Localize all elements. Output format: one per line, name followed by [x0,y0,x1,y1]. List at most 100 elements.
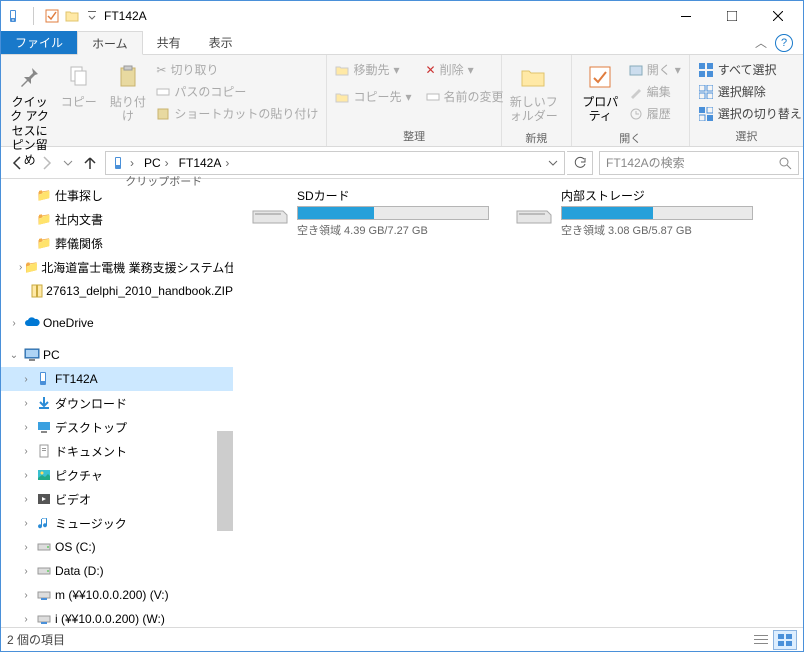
recent-dropdown[interactable] [61,150,75,176]
copy-to-button[interactable]: コピー先 ▾ [331,86,415,107]
ribbon: クイック アクセスにピン留め コピー 貼り付け ✂切り取り パスのコピー ショー… [1,55,803,147]
tree-netdrive-w[interactable]: ›i (¥¥10.0.0.200) (W:) [1,607,233,627]
edit-icon [629,85,643,99]
qat-divider [33,7,34,25]
group-new: 新規 [506,128,567,148]
video-icon [35,490,53,508]
music-icon [35,514,53,532]
open-button[interactable]: 開く ▾ [625,59,685,80]
content-area: 📁仕事探し 📁社内文書 📁葬儀関係 ›📁北海道富士電機 業務支援システム仕 27… [1,179,803,627]
storage-tile-sd[interactable]: SDカード 空き領域 4.39 GB/7.27 GB [249,187,489,238]
cut-button[interactable]: ✂切り取り [152,59,322,80]
history-icon [629,107,643,121]
qat-dropdown-icon[interactable] [84,8,100,24]
tree-desktop[interactable]: ›デスクトップ [1,415,233,439]
crumb-current[interactable]: FT142A› [175,156,236,170]
tile-name: 内部ストレージ [561,187,753,206]
zip-icon [30,282,44,300]
forward-button[interactable] [33,150,59,176]
refresh-button[interactable] [567,151,593,175]
tab-share[interactable]: 共有 [143,31,195,54]
tab-file[interactable]: ファイル [1,31,77,54]
tree-scrollbar-thumb[interactable] [217,431,233,531]
storage-tile-internal[interactable]: 内部ストレージ 空き領域 3.08 GB/5.87 GB [513,187,753,238]
folder-icon: 📁 [35,234,53,252]
delete-icon: ✕ [426,63,436,77]
rename-button[interactable]: 名前の変更 [422,86,508,107]
internal-drive-icon [513,197,553,227]
tree-netdrive-v[interactable]: ›m (¥¥10.0.0.200) (V:) [1,583,233,607]
netdrive-icon [35,586,53,604]
address-dropdown[interactable] [544,158,562,168]
tree-quick-item[interactable]: ›📁北海道富士電機 業務支援システム仕 [1,255,233,279]
drive-icon [35,562,53,580]
maximize-button[interactable] [709,1,755,31]
crumb-device-icon[interactable]: › [108,156,140,170]
pictures-icon [35,466,53,484]
paste-button[interactable]: 貼り付け [103,57,152,128]
delete-button[interactable]: ✕削除 ▾ [422,59,508,80]
tile-sub: 空き領域 4.39 GB/7.27 GB [297,222,489,238]
copy-button[interactable]: コピー [54,57,103,113]
tile-name: SDカード [297,187,489,206]
tree-videos[interactable]: ›ビデオ [1,487,233,511]
select-none-button[interactable]: 選択解除 [694,81,804,102]
back-button[interactable] [5,150,31,176]
help-icon[interactable]: ? [775,34,793,52]
file-view[interactable]: SDカード 空き領域 4.39 GB/7.27 GB 内部ストレージ 空き領域 … [233,179,803,627]
copy-icon [63,61,95,93]
tree-documents[interactable]: ›ドキュメント [1,439,233,463]
history-button[interactable]: 履歴 [625,103,685,124]
device-icon [7,8,23,24]
view-details-button[interactable] [749,630,773,650]
tree-quick-item[interactable]: 📁社内文書 [1,207,233,231]
cloud-icon [23,314,41,332]
tree-drive-d[interactable]: ›Data (D:) [1,559,233,583]
netdrive-icon [35,610,53,627]
tab-view[interactable]: 表示 [195,31,247,54]
tree-downloads[interactable]: ›ダウンロード [1,391,233,415]
copy-path-button[interactable]: パスのコピー [152,81,322,102]
pin-icon [14,61,46,93]
invert-icon [698,106,714,122]
selectnone-icon [698,84,714,100]
up-button[interactable] [77,150,103,176]
address-bar[interactable]: › PC› FT142A› [105,151,565,175]
tree-quick-item[interactable]: 📁葬儀関係 [1,231,233,255]
edit-button[interactable]: 編集 [625,81,685,102]
tree-quick-item[interactable]: 📁仕事探し [1,183,233,207]
minimize-button[interactable] [663,1,709,31]
tree-onedrive[interactable]: ›OneDrive [1,311,233,335]
newfolder-icon [518,61,550,93]
properties-qat-icon[interactable] [44,8,60,24]
tree-drive-c[interactable]: ›OS (C:) [1,535,233,559]
tree-pc[interactable]: ⌄PC [1,343,233,367]
crumb-pc[interactable]: PC› [140,156,175,170]
folder-icon: 📁 [35,210,53,228]
pc-icon [23,346,41,364]
tab-home[interactable]: ホーム [77,31,143,55]
invert-selection-button[interactable]: 選択の切り替え [694,103,804,124]
tree-quick-item[interactable]: 27613_delphi_2010_handbook.ZIP [1,279,233,303]
chevron-up-icon[interactable]: ︿ [755,34,767,51]
nav-tree[interactable]: 📁仕事探し 📁社内文書 📁葬儀関係 ›📁北海道富士電機 業務支援システム仕 27… [1,179,233,627]
tree-pictures[interactable]: ›ピクチャ [1,463,233,487]
move-to-button[interactable]: 移動先 ▾ [331,59,415,80]
search-input[interactable]: FT142Aの検索 [599,151,799,175]
group-select: 選択 [694,126,799,146]
tree-music[interactable]: ›ミュージック [1,511,233,535]
search-icon [778,156,792,170]
properties-button[interactable]: プロパティ [576,57,625,128]
paste-shortcut-button[interactable]: ショートカットの貼り付け [152,103,322,124]
new-folder-button[interactable]: 新しいフォルダー [506,57,562,128]
titlebar: FT142A [1,1,803,31]
tree-device[interactable]: ›FT142A [1,367,233,391]
shortcut-icon [156,107,170,121]
close-button[interactable] [755,1,801,31]
select-all-button[interactable]: すべて選択 [694,59,804,80]
rename-icon [426,90,440,104]
view-tiles-button[interactable] [773,630,797,650]
newfolder-qat-icon[interactable] [64,8,80,24]
copyto-icon [335,90,349,104]
download-icon [35,394,53,412]
